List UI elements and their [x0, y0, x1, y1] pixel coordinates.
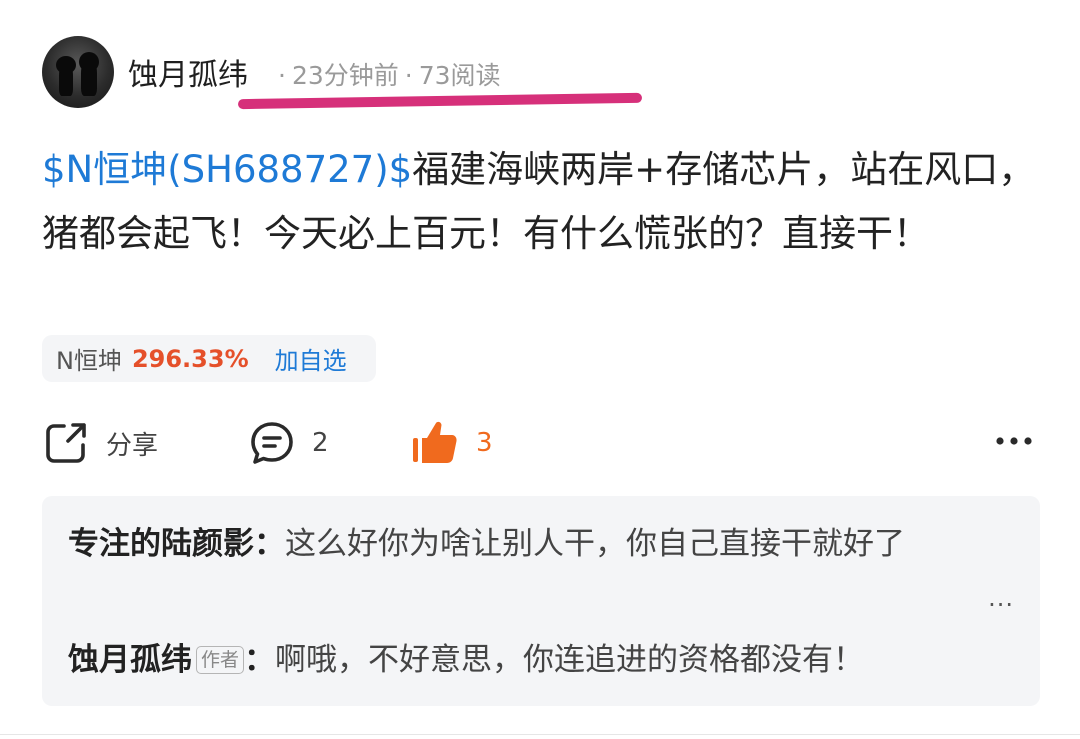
post-header: 蚀月孤纬 · 23分钟前 · 73阅读 — [42, 36, 1042, 110]
comment-item[interactable]: 专注的陆颜影：这么好你为啥让别人干，你自己直接干就好了 — [68, 518, 988, 570]
comment-more-button[interactable]: ... — [988, 584, 1014, 612]
comment-button[interactable]: 2 — [248, 415, 329, 471]
share-button[interactable]: 分享 — [42, 415, 158, 471]
action-bar: 分享 2 3 — [42, 415, 1042, 471]
stock-link[interactable]: $N恒坤(SH688727)$ — [42, 148, 412, 191]
quote-change: 296.33% — [131, 344, 249, 373]
comment-count: 2 — [312, 428, 329, 458]
comment-user[interactable]: 专注的陆颜影 — [68, 526, 254, 562]
meta-separator: · — [278, 61, 286, 90]
post-meta: · 23分钟前 · 73阅读 — [272, 56, 501, 92]
divider — [0, 734, 1080, 735]
author-name[interactable]: 蚀月孤纬 — [128, 50, 248, 94]
comment-text: 啊哦，不好意思，你连追进的资格都没有！ — [275, 642, 865, 678]
comment-text: 这么好你为啥让别人干，你自己直接干就好了 — [285, 526, 905, 562]
read-count: 73阅读 — [418, 61, 501, 90]
comment-icon — [251, 422, 293, 464]
comment-colon: ： — [254, 526, 285, 562]
comment-section: 专注的陆颜影：这么好你为啥让别人干，你自己直接干就好了 ... 蚀月孤纬 作者 ：啊… — [42, 496, 1040, 706]
avatar[interactable] — [42, 36, 114, 108]
like-count: 3 — [476, 428, 493, 458]
more-icon[interactable] — [994, 429, 1034, 453]
share-label: 分享 — [106, 430, 159, 461]
comment-user[interactable]: 蚀月孤纬 — [68, 642, 192, 678]
comment-item[interactable]: 蚀月孤纬 作者 ：啊哦，不好意思，你连追进的资格都没有！ — [68, 634, 1028, 686]
comment-colon: ： — [244, 642, 276, 678]
add-watchlist-button[interactable]: 加自选 — [275, 341, 347, 376]
meta-separator: · — [404, 61, 413, 90]
post-time: 23分钟前 — [291, 61, 399, 90]
quote-stock-name: N恒坤 — [56, 347, 122, 375]
stock-quote-card[interactable]: N恒坤 296.33% 加自选 — [42, 335, 376, 382]
author-badge: 作者 — [196, 646, 245, 674]
highlight-underline — [237, 92, 643, 110]
post-body: $N恒坤(SH688727)$福建海峡两岸+存储芯片，站在风口，猪都会起飞！今天… — [42, 138, 1042, 266]
share-icon — [46, 423, 86, 463]
thumbs-up-icon — [413, 421, 457, 463]
like-button[interactable]: 3 — [410, 415, 493, 471]
